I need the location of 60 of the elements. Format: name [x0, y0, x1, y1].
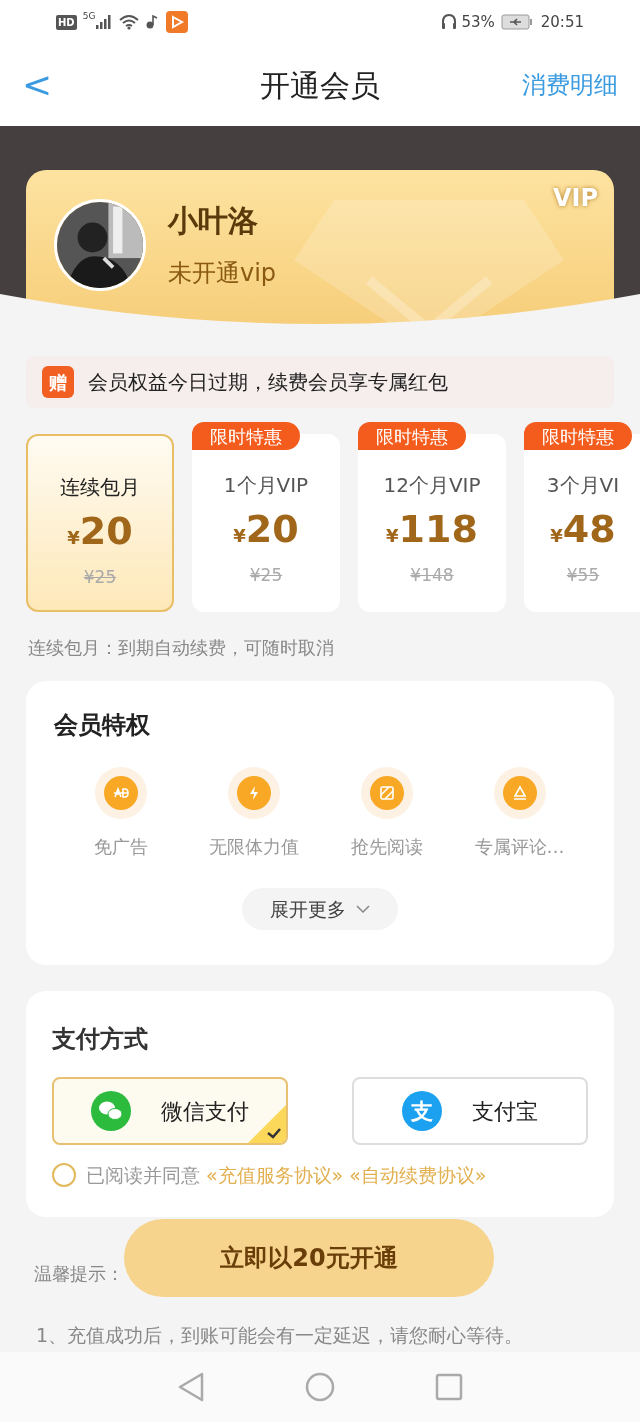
privilege-label: 专属评论…	[474, 835, 565, 859]
signal-icon	[96, 15, 113, 29]
limited-offer-tag: 限时特惠	[524, 422, 632, 450]
tips-label: 温馨提示：	[34, 1262, 124, 1286]
currency-symbol: ¥	[67, 527, 80, 550]
headphones-icon	[440, 13, 459, 31]
ad-icon	[94, 767, 147, 819]
original-price: ¥148	[410, 564, 454, 587]
check-icon	[248, 1105, 286, 1143]
privilege-label: 抢先阅读	[350, 835, 423, 859]
plan-price: 48	[562, 510, 616, 548]
privilege-label: 无限体力值	[208, 835, 299, 859]
plan-name: 3个月VI	[546, 472, 620, 499]
plan-card[interactable]: 连续包月 ¥20 ¥25	[26, 434, 174, 612]
hd-indicator: HD	[56, 14, 77, 30]
limited-offer-tag: 限时特惠	[192, 422, 300, 450]
plan-price: 20	[79, 512, 133, 550]
payment-option[interactable]: 支 支付宝	[352, 1077, 588, 1145]
lightning-icon	[227, 767, 280, 819]
gift-banner-text: 会员权益今日过期，续费会员享专属红包	[88, 369, 448, 396]
battery-percent: 53%	[461, 11, 495, 33]
membership-status: 未开通vip	[168, 258, 277, 289]
payment-option[interactable]: 微信支付	[52, 1077, 288, 1145]
wifi-icon	[118, 14, 141, 30]
original-price: ¥25	[249, 564, 283, 587]
section-title: 会员特权	[54, 710, 151, 741]
section-title: 支付方式	[52, 1024, 149, 1055]
currency-symbol: ¥	[233, 525, 246, 548]
currency-symbol: ¥	[386, 524, 399, 548]
alipay-logo: 支	[402, 1091, 442, 1131]
activate-button[interactable]: 立即以20元开通	[124, 1219, 494, 1297]
chevron-down-icon	[356, 905, 370, 913]
plan-name: 1个月VIP	[223, 472, 309, 499]
page-title: 开通会员	[260, 66, 380, 105]
limited-offer-tag: 限时特惠	[358, 422, 466, 450]
currency-symbol: ¥	[550, 525, 563, 548]
clock-time: 20:51	[540, 11, 584, 33]
gift-badge: 赠	[42, 366, 74, 398]
recents-nav-icon[interactable]	[435, 1373, 463, 1401]
plan-name: 12个月VIP	[383, 472, 481, 499]
privilege-label: 免广告	[93, 835, 148, 859]
plan-price: 118	[398, 510, 478, 548]
battery-icon	[500, 14, 533, 30]
plan-note: 连续包月：到期自动续费，可随时取消	[27, 636, 335, 660]
back-nav-icon[interactable]	[177, 1372, 205, 1402]
original-price: ¥55	[566, 564, 600, 587]
music-icon	[146, 15, 159, 29]
chat-bubbles-icon	[91, 1091, 131, 1131]
user-name: 小叶洛	[168, 202, 259, 240]
agreement-text: 已阅读并同意	[86, 1163, 200, 1188]
plan-price: 20	[245, 510, 299, 548]
network-type: 5G	[82, 10, 96, 23]
agreement-checkbox[interactable]	[52, 1163, 76, 1188]
plan-name: 连续包月	[60, 474, 140, 501]
vip-label: VIP	[552, 183, 598, 214]
original-price: ¥25	[83, 566, 117, 589]
home-nav-icon[interactable]	[305, 1372, 335, 1402]
play-app-icon	[166, 11, 189, 33]
expand-more-button[interactable]: 展开更多	[242, 888, 398, 930]
tip-text: 1、充值成功后，到账可能会有一定延迟，请您耐心等待。	[35, 1323, 525, 1348]
